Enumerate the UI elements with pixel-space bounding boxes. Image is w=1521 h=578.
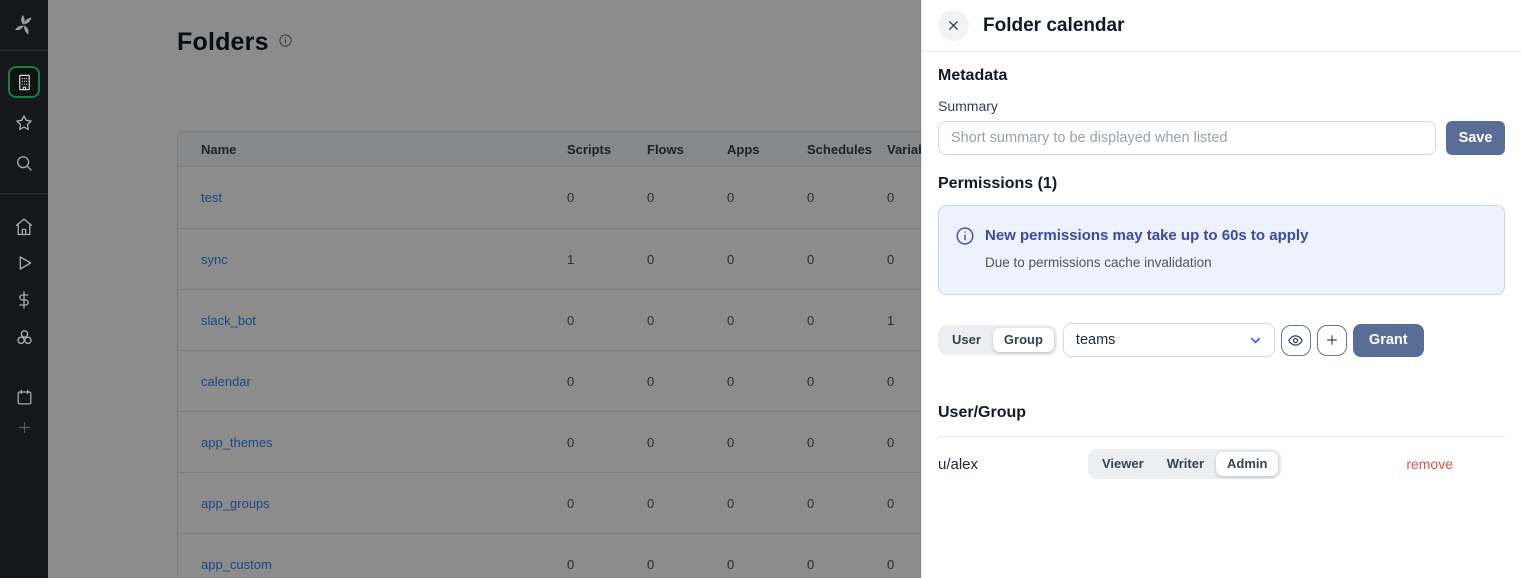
sidebar-item-home[interactable] bbox=[10, 213, 38, 241]
sidebar-divider bbox=[0, 193, 48, 194]
grant-button[interactable]: Grant bbox=[1353, 324, 1424, 357]
member-row: u/alexViewerWriterAdmin remove bbox=[938, 437, 1505, 491]
drawer-header: Folder calendar bbox=[922, 0, 1521, 52]
save-button[interactable]: Save bbox=[1446, 121, 1505, 155]
sidebar-item-schedules[interactable] bbox=[10, 383, 38, 411]
role-toggle: ViewerWriterAdmin bbox=[1088, 449, 1281, 480]
group-select[interactable]: teams bbox=[1063, 323, 1275, 357]
chevron-down-icon bbox=[1248, 333, 1263, 348]
sidebar-item-folders[interactable] bbox=[8, 66, 40, 98]
resources-circles-icon bbox=[14, 327, 35, 348]
permissions-heading: Permissions (1) bbox=[938, 175, 1505, 193]
sidebar-item-variables[interactable] bbox=[10, 286, 38, 314]
summary-row: Save bbox=[938, 121, 1505, 155]
summary-label: Summary bbox=[938, 98, 1505, 114]
info-circle-icon bbox=[955, 226, 975, 246]
summary-input[interactable] bbox=[938, 121, 1436, 155]
member-name: u/alex bbox=[938, 456, 1088, 473]
group-select-value: teams bbox=[1076, 332, 1116, 348]
owner-kind-group-option[interactable]: Group bbox=[993, 328, 1054, 353]
windmill-logo-icon bbox=[12, 13, 36, 37]
owner-kind-user-option[interactable]: User bbox=[941, 328, 992, 353]
drawer-backdrop[interactable] bbox=[48, 0, 921, 578]
role-writer-option[interactable]: Writer bbox=[1156, 452, 1215, 477]
home-icon bbox=[14, 217, 34, 237]
view-group-button[interactable] bbox=[1281, 325, 1311, 356]
runs-play-icon bbox=[14, 253, 34, 273]
plus-icon bbox=[1324, 332, 1340, 348]
sidebar-item-resources[interactable] bbox=[10, 323, 38, 351]
permissions-info-alert: New permissions may take up to 60s to ap… bbox=[938, 205, 1505, 295]
alert-title: New permissions may take up to 60s to ap… bbox=[985, 226, 1308, 244]
alert-subtitle: Due to permissions cache invalidation bbox=[985, 255, 1488, 270]
folder-drawer: Folder calendar Metadata Summary Save Pe… bbox=[921, 0, 1521, 578]
eye-icon bbox=[1287, 332, 1304, 349]
variables-dollar-icon bbox=[14, 290, 34, 310]
role-admin-option[interactable]: Admin bbox=[1216, 452, 1278, 477]
members-heading: User/Group bbox=[938, 404, 1505, 422]
owner-kind-toggle: UserGroup bbox=[938, 325, 1057, 356]
add-plus-icon bbox=[16, 419, 33, 436]
folders-building-icon bbox=[15, 73, 34, 92]
search-icon bbox=[14, 153, 34, 173]
metadata-heading: Metadata bbox=[938, 67, 1505, 85]
schedules-calendar-icon bbox=[15, 388, 34, 407]
sidebar-item-search[interactable] bbox=[10, 149, 38, 177]
alert-title-row: New permissions may take up to 60s to ap… bbox=[955, 226, 1488, 246]
members-list: u/alexViewerWriterAdmin remove bbox=[938, 437, 1505, 491]
sidebar-item-favorites[interactable] bbox=[10, 109, 38, 137]
close-icon bbox=[946, 18, 961, 33]
sidebar bbox=[0, 0, 48, 578]
role-viewer-option[interactable]: Viewer bbox=[1091, 452, 1155, 477]
grant-row: UserGroup teams Grant bbox=[938, 323, 1505, 357]
windmill-logo[interactable] bbox=[10, 11, 38, 39]
close-drawer-button[interactable] bbox=[938, 10, 969, 41]
drawer-body: Metadata Summary Save Permissions (1) Ne… bbox=[922, 67, 1521, 491]
favorites-star-icon bbox=[14, 113, 34, 133]
sidebar-divider bbox=[0, 50, 48, 51]
drawer-title: Folder calendar bbox=[983, 15, 1125, 37]
sidebar-item-runs[interactable] bbox=[10, 249, 38, 277]
add-group-button[interactable] bbox=[1317, 325, 1347, 356]
sidebar-item-add[interactable] bbox=[10, 413, 38, 441]
remove-member-link[interactable]: remove bbox=[1406, 456, 1453, 472]
